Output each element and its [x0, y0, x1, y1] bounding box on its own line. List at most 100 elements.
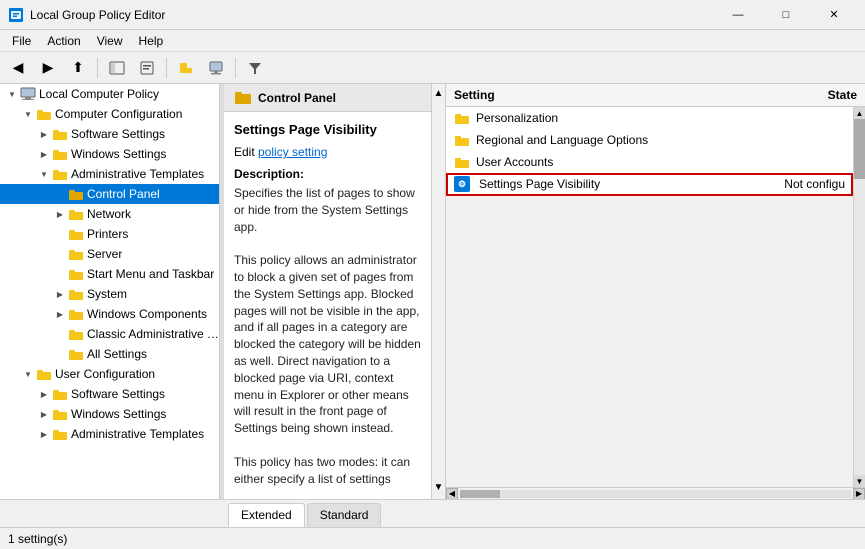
tree-item-computer-config[interactable]: ▼ Computer Configuration [0, 104, 219, 124]
menu-file[interactable]: File [4, 32, 39, 50]
tree-label: Server [87, 247, 122, 261]
expand-icon: ▶ [36, 430, 52, 439]
settings-vertical-scrollbar[interactable]: ▲ ▼ [853, 107, 865, 487]
minimize-button[interactable]: — [715, 0, 761, 30]
desc-section-label: Description: [234, 167, 421, 181]
folder-icon [52, 148, 68, 161]
scroll-down-arrow[interactable]: ▼ [434, 478, 444, 497]
settings-panel: Setting State Personalization [446, 84, 865, 499]
folder-icon [52, 428, 68, 441]
scroll-thumb[interactable] [854, 119, 865, 179]
toolbar-btn3[interactable] [172, 56, 200, 80]
expand-icon: ▶ [52, 210, 68, 219]
tree-label: Windows Settings [71, 407, 166, 421]
scroll-up-btn[interactable]: ▲ [854, 107, 865, 119]
desc-header-title: Control Panel [258, 91, 336, 105]
tree-item-network[interactable]: ▶ Network [0, 204, 219, 224]
tree-item-windows-settings[interactable]: ▶ Windows Settings [0, 144, 219, 164]
status-bar: 1 setting(s) [0, 527, 865, 549]
maximize-button[interactable]: □ [763, 0, 809, 30]
tree-item-admin-templates[interactable]: ▼ Administrative Templates [0, 164, 219, 184]
tree-label: Administrative Templates [71, 427, 204, 441]
tree-item-user-windows-settings[interactable]: ▶ Windows Settings [0, 404, 219, 424]
tree-item-user-software[interactable]: ▶ Software Settings [0, 384, 219, 404]
settings-list[interactable]: Personalization Regional and Language Op… [446, 107, 853, 487]
folder-icon [52, 128, 68, 141]
tree-label: Windows Components [87, 307, 207, 321]
folder-icon [68, 308, 84, 321]
tree-item-software-settings[interactable]: ▶ Software Settings [0, 124, 219, 144]
h-scroll-thumb[interactable] [460, 490, 500, 498]
folder-icon [68, 188, 84, 201]
expand-icon [52, 270, 68, 279]
scroll-track[interactable] [854, 119, 865, 475]
tree-item-server[interactable]: Server [0, 244, 219, 264]
content-area: ▼ Local Computer Policy ▼ [0, 84, 865, 499]
desc-panel: Control Panel Settings Page Visibility E… [224, 84, 432, 499]
folder-icon [68, 348, 84, 361]
folder-icon [454, 112, 470, 125]
scroll-left-btn[interactable]: ◀ [446, 488, 458, 500]
scroll-down-btn[interactable]: ▼ [854, 475, 865, 487]
expand-icon: ▶ [36, 410, 52, 419]
tree-item-all-settings[interactable]: All Settings [0, 344, 219, 364]
folder-icon [68, 228, 84, 241]
tree-item-classic-admin[interactable]: Classic Administrative Tem... [0, 324, 219, 344]
tree-label: Printers [87, 227, 128, 241]
tree-panel[interactable]: ▼ Local Computer Policy ▼ [0, 84, 220, 499]
settings-group-regional[interactable]: Regional and Language Options [446, 129, 853, 151]
toolbar-filter[interactable] [241, 56, 269, 80]
folder-icon [68, 328, 84, 341]
settings-group-personalization[interactable]: Personalization [446, 107, 853, 129]
toolbar-btn4[interactable] [202, 56, 230, 80]
title-bar: Local Group Policy Editor — □ ✕ [0, 0, 865, 30]
tree-label: System [87, 287, 127, 301]
desc-content: Settings Page Visibility Edit policy set… [224, 112, 431, 499]
folder-icon [68, 268, 84, 281]
scroll-right-btn[interactable]: ▶ [853, 488, 865, 500]
expand-icon: ▼ [20, 110, 36, 119]
expand-icon [52, 250, 68, 259]
settings-row-visibility[interactable]: ⚙ Settings Page Visibility Not configu [446, 173, 853, 196]
tree-item-control-panel[interactable]: Control Panel [0, 184, 219, 204]
tree-item-local-policy[interactable]: ▼ Local Computer Policy [0, 84, 219, 104]
tab-standard[interactable]: Standard [307, 503, 382, 527]
desc-scroll-arrows: ▲ ▼ [432, 84, 446, 499]
settings-group-user-accounts[interactable]: User Accounts [446, 151, 853, 173]
toolbar-properties[interactable] [133, 56, 161, 80]
toolbar-up[interactable]: ⬆ [64, 56, 92, 80]
folder-icon [68, 208, 84, 221]
tree-item-user-admin-templates[interactable]: ▶ Administrative Templates [0, 424, 219, 444]
toolbar-sep3 [235, 58, 236, 78]
tree-item-system[interactable]: ▶ System [0, 284, 219, 304]
menu-help[interactable]: Help [131, 32, 172, 50]
tree-item-printers[interactable]: Printers [0, 224, 219, 244]
expand-icon [52, 350, 68, 359]
tree-item-startmenu[interactable]: Start Menu and Taskbar [0, 264, 219, 284]
policy-link[interactable]: policy setting [258, 145, 327, 159]
settings-horizontal-scrollbar[interactable]: ◀ ▶ [446, 487, 865, 499]
window-title: Local Group Policy Editor [30, 8, 715, 22]
menu-action[interactable]: Action [39, 32, 88, 50]
expand-icon: ▼ [36, 170, 52, 179]
tree-item-user-config[interactable]: ▼ User Configuration [0, 364, 219, 384]
tree-label: User Configuration [55, 367, 155, 381]
toolbar-sep2 [166, 58, 167, 78]
computer-icon [20, 87, 36, 101]
tree-label: Classic Administrative Tem... [87, 327, 219, 341]
settings-header: Setting State [446, 84, 865, 107]
col-setting: Setting [454, 88, 757, 102]
group-label: User Accounts [476, 155, 553, 169]
group-label: Personalization [476, 111, 558, 125]
h-scroll-track[interactable] [460, 490, 851, 498]
edit-label: Edit [234, 145, 255, 159]
folder-icon [36, 368, 52, 381]
close-button[interactable]: ✕ [811, 0, 857, 30]
tree-item-windows-components[interactable]: ▶ Windows Components [0, 304, 219, 324]
toolbar-forward[interactable]: ▶ [34, 56, 62, 80]
tab-extended[interactable]: Extended [228, 503, 305, 527]
toolbar-back[interactable]: ◀ [4, 56, 32, 80]
toolbar-show-hide[interactable] [103, 56, 131, 80]
menu-view[interactable]: View [89, 32, 131, 50]
scroll-up-arrow[interactable]: ▲ [434, 84, 444, 103]
